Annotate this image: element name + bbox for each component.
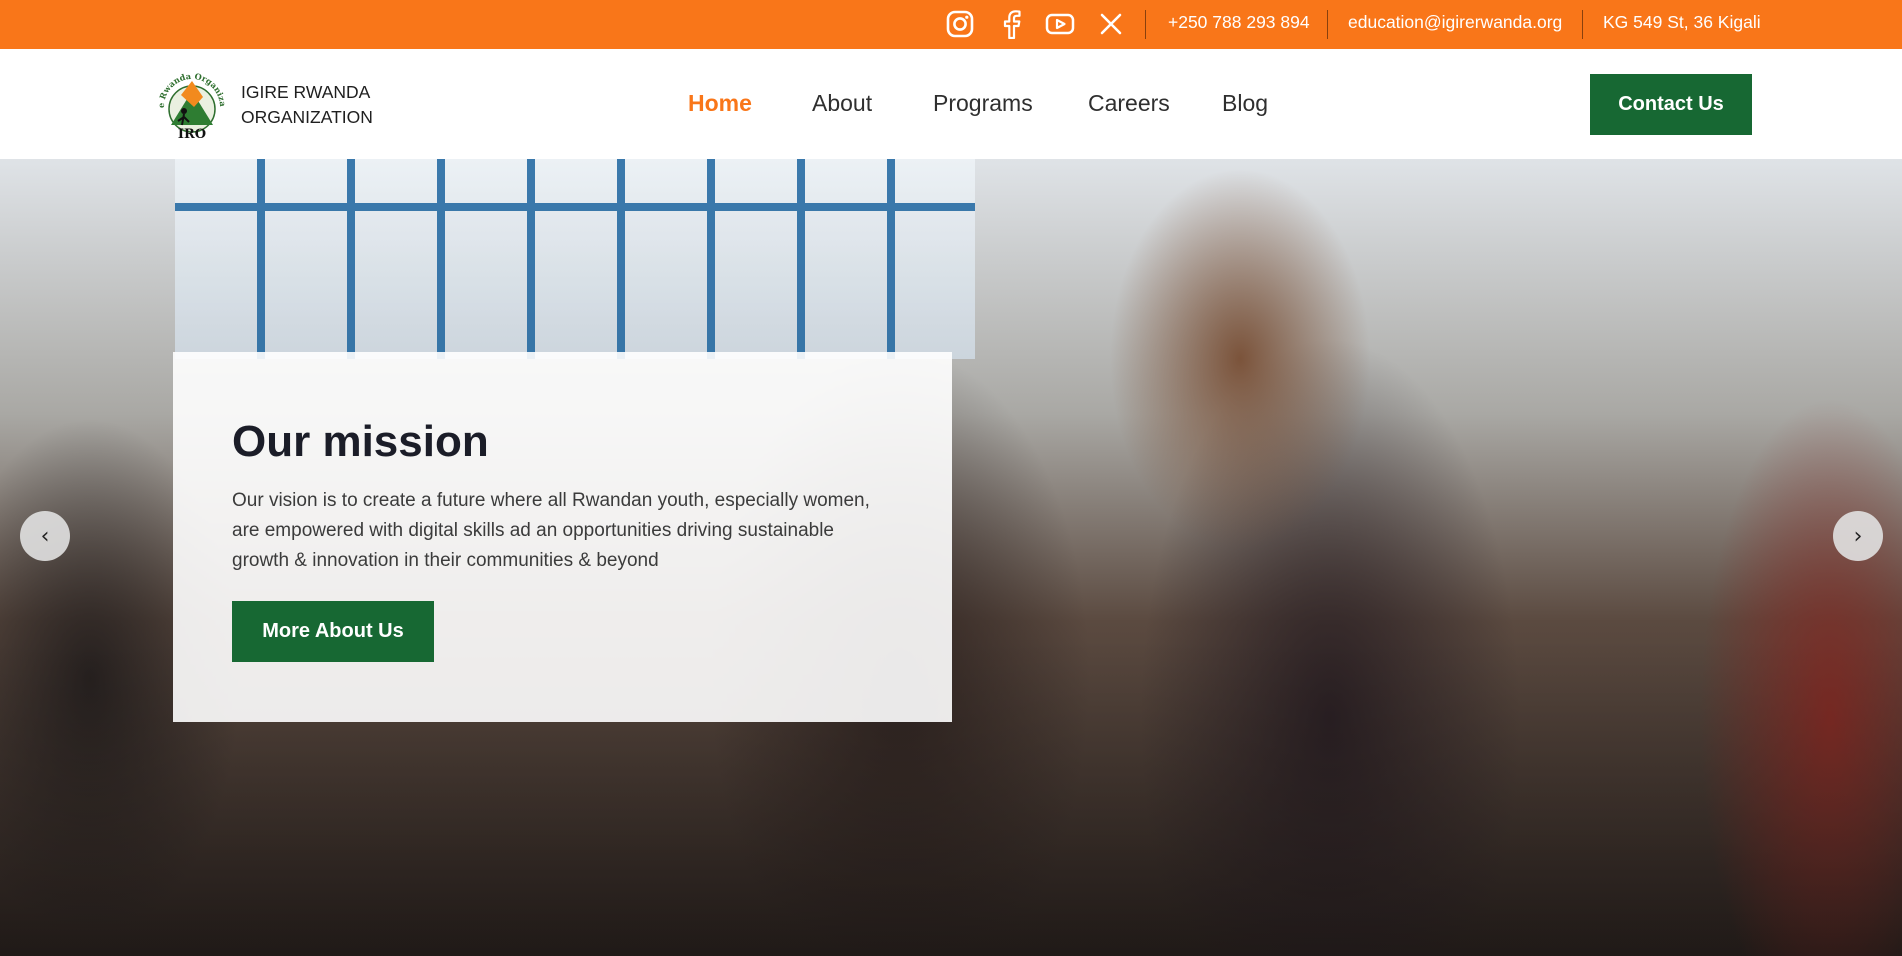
mission-card: Our mission Our vision is to create a fu… — [173, 352, 952, 722]
instagram-link[interactable] — [945, 10, 975, 38]
address-text: KG 549 St, 36 Kigali — [1603, 12, 1761, 32]
x-twitter-link[interactable] — [1096, 10, 1126, 38]
contact-us-button[interactable]: Contact Us — [1590, 74, 1752, 135]
divider — [1145, 10, 1146, 39]
phone-link[interactable]: +250 788 293 894 — [1168, 0, 1310, 45]
instagram-icon — [946, 10, 974, 38]
logo-emblem: Igire Rwanda Organization IRO — [151, 59, 228, 142]
more-about-us-button[interactable]: More About Us — [232, 601, 434, 662]
facebook-icon — [1003, 10, 1021, 39]
chevron-left-icon: ‹ — [40, 523, 50, 549]
x-twitter-icon — [1100, 13, 1122, 35]
site-logo[interactable]: Igire Rwanda Organization IRO — [151, 59, 230, 143]
chevron-right-icon: › — [1853, 523, 1863, 549]
brand-line: ORGANIZATION — [241, 107, 373, 127]
nav-careers[interactable]: Careers — [1088, 88, 1170, 118]
nav-home[interactable]: Home — [688, 88, 752, 118]
slider-prev-button[interactable]: ‹ — [20, 511, 70, 561]
mission-text: Our vision is to create a future where a… — [232, 490, 870, 571]
brand-name: IGIRE RWANDA ORGANIZATION — [241, 80, 373, 130]
youtube-link[interactable] — [1045, 10, 1075, 38]
top-bar: +250 788 293 894 education@igirerwanda.o… — [0, 0, 1902, 49]
divider — [1327, 10, 1328, 39]
email-link[interactable]: education@igirerwanda.org — [1348, 0, 1562, 45]
brand-line: IGIRE RWANDA — [241, 82, 371, 102]
site-header: Igire Rwanda Organization IRO IGIRE RWAN… — [0, 49, 1902, 159]
slider-next-button[interactable]: › — [1833, 511, 1883, 561]
nav-about[interactable]: About — [812, 88, 872, 118]
facebook-link[interactable] — [996, 10, 1026, 39]
nav-blog[interactable]: Blog — [1222, 88, 1268, 118]
youtube-icon — [1045, 13, 1075, 35]
logo-monogram: IRO — [178, 127, 206, 142]
nav-programs[interactable]: Programs — [933, 88, 1033, 118]
divider — [1582, 10, 1583, 39]
mission-title: Our mission — [232, 417, 489, 466]
hero-slider: Our mission Our vision is to create a fu… — [0, 159, 1902, 956]
